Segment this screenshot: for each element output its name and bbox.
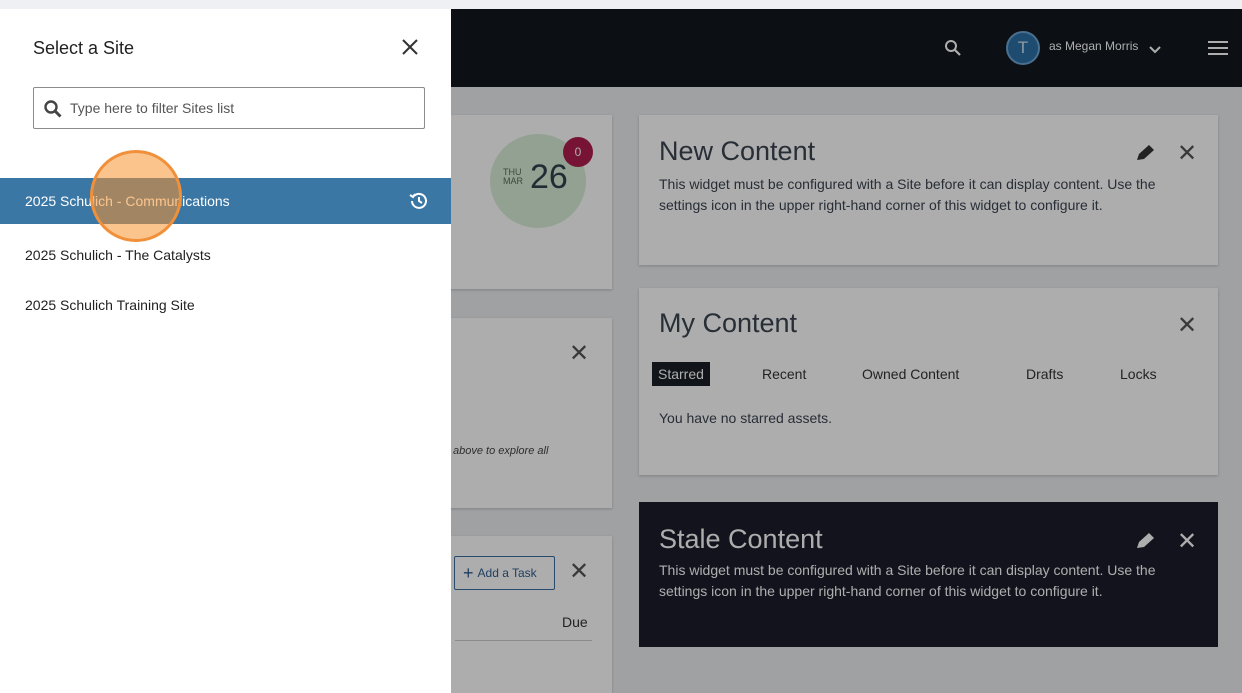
close-icon[interactable]: [401, 38, 419, 61]
search-icon: [44, 100, 62, 118]
modal-backdrop[interactable]: [451, 9, 1242, 693]
panel-title: Select a Site: [33, 38, 135, 58]
site-filter-input[interactable]: [68, 97, 408, 119]
site-list-item[interactable]: 2025 Schulich Training Site: [0, 284, 451, 326]
site-list-item[interactable]: 2025 Schulich - The Catalysts: [0, 234, 451, 276]
select-site-panel: Select a Site 2025 Schulich - Communicat…: [0, 9, 451, 693]
history-icon[interactable]: [407, 190, 429, 212]
top-strip: [0, 0, 1242, 9]
site-list-item[interactable]: 2025 Schulich - Communications: [0, 178, 451, 224]
click-indicator: [90, 150, 182, 242]
site-label: 2025 Schulich - The Catalysts: [25, 247, 211, 263]
site-label: 2025 Schulich Training Site: [25, 297, 195, 313]
site-filter-field[interactable]: [33, 87, 425, 129]
